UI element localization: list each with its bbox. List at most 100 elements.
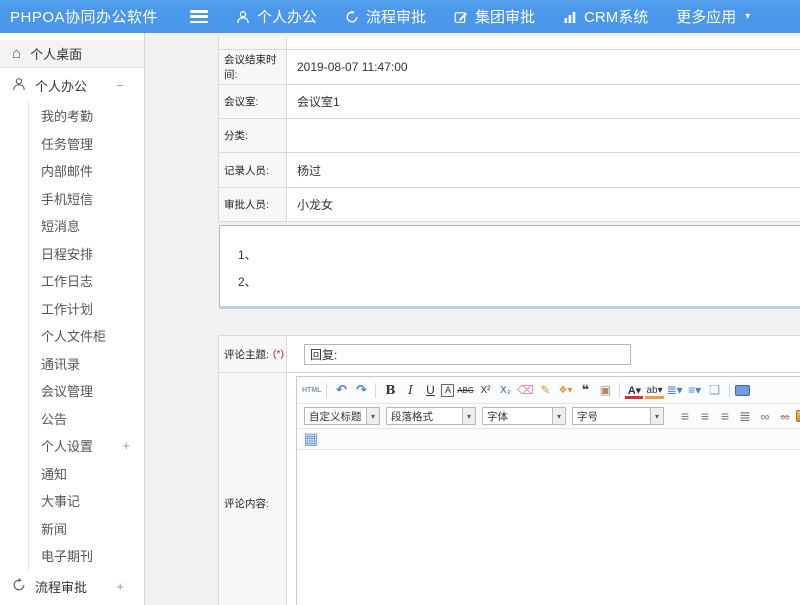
align-right-icon[interactable]: ≡ — [716, 408, 734, 425]
field-value: 2019-08-07 11:47:00 — [287, 50, 800, 84]
sidebar-item[interactable]: 个人文件柜 — [29, 322, 144, 350]
nav-workflow-approval[interactable]: 流程审批 — [345, 6, 426, 27]
separator[interactable] — [729, 383, 730, 398]
image-icon[interactable] — [796, 410, 800, 422]
nav-more-apps[interactable]: 更多应用 ▾ — [676, 6, 750, 27]
link-icon[interactable]: ∞ — [756, 408, 774, 425]
sidebar-item[interactable]: 通讯录 — [29, 350, 144, 378]
comment-form-table: 评论主题: (*) 评论内容: HTML ↶ — [218, 335, 800, 605]
separator[interactable] — [375, 383, 376, 398]
person-icon — [12, 77, 26, 94]
sidebar-item[interactable]: 公告 — [29, 405, 144, 433]
sidebar-item[interactable]: 内部邮件 — [29, 157, 144, 185]
meeting-minutes-box: 1、 2、 — [219, 225, 800, 309]
font-color-icon[interactable]: A▾ — [625, 382, 643, 399]
meeting-detail-table: 会议结束时间: 2019-08-07 11:47:00 会议室: 会议室1 分类… — [218, 37, 800, 222]
undo-icon[interactable]: ↶ — [332, 382, 350, 399]
main-content: 会议结束时间: 2019-08-07 11:47:00 会议室: 会议室1 分类… — [145, 33, 800, 605]
custom-style-icon[interactable]: ❖▾ — [556, 382, 574, 399]
flow-approval-icon — [345, 10, 359, 24]
field-label: 记录人员: — [219, 153, 287, 187]
caret-down-icon[interactable]: ▾ — [462, 408, 475, 424]
sidebar-item-desktop[interactable]: ⌂ 个人桌面 — [0, 40, 144, 68]
redo-icon[interactable]: ↷ — [352, 382, 370, 399]
caret-down-icon[interactable]: ▾ — [366, 408, 379, 424]
align-left-icon[interactable]: ≡ — [676, 408, 694, 425]
unlink-icon[interactable]: ∞ — [776, 408, 794, 425]
bold-icon[interactable]: B — [381, 382, 399, 399]
sidebar-item[interactable]: 新闻 — [29, 515, 144, 543]
align-center-icon[interactable]: ≡ — [696, 408, 714, 425]
strikethrough-icon[interactable]: ABC — [456, 382, 474, 399]
paste-icon[interactable]: ▣ — [596, 382, 614, 399]
char-border-icon[interactable]: A — [441, 384, 454, 397]
expand-toggle[interactable]: + — [122, 438, 130, 453]
table-row — [219, 37, 800, 50]
sidebar-item[interactable]: 工作计划 — [29, 295, 144, 323]
sidebar-item[interactable]: 会议管理 — [29, 377, 144, 405]
person-icon — [236, 10, 250, 24]
justify-icon[interactable]: ≣ — [736, 408, 754, 425]
sidebar-item[interactable]: 手机短信 — [29, 185, 144, 213]
sidebar-item[interactable]: 任务管理 — [29, 130, 144, 158]
sidebar-item[interactable]: 短消息 — [29, 212, 144, 240]
menu-toggle-icon[interactable] — [190, 10, 208, 23]
highlight-color-icon[interactable]: ab▾ — [645, 382, 663, 399]
collapse-toggle[interactable]: − — [116, 78, 124, 93]
sidebar: ⌂ 个人桌面 个人办公 − 我的考勤 任务管理 内部邮件 — [0, 33, 145, 605]
source-code-icon[interactable]: HTML — [302, 382, 321, 399]
field-value — [287, 119, 800, 152]
insert-table-icon[interactable]: ▦ — [302, 431, 320, 448]
nav-crm-system[interactable]: CRM系统 — [563, 6, 648, 27]
sidebar-submenu: 我的考勤 任务管理 内部邮件 手机短信 短消息 — [28, 102, 144, 570]
comment-subject-input[interactable] — [304, 344, 631, 365]
eraser-icon[interactable]: ⌫ — [516, 382, 534, 399]
new-page-icon[interactable]: ❏ — [706, 382, 724, 399]
sidebar-item[interactable]: 个人设置 + — [29, 432, 144, 460]
blockquote-icon[interactable]: ❝ — [576, 382, 594, 399]
unordered-list-icon[interactable]: ≡▾ — [686, 382, 704, 399]
sidebar-item[interactable]: 电子期刊 — [29, 542, 144, 570]
expand-toggle[interactable]: + — [116, 579, 124, 594]
rich-text-editor: HTML ↶ ↷ B I — [296, 376, 800, 605]
separator[interactable] — [619, 383, 620, 398]
sidebar-item[interactable]: 通知 — [29, 460, 144, 488]
fullscreen-icon[interactable] — [735, 385, 750, 396]
minutes-line: 2、 — [220, 269, 800, 296]
field-label: 会议室: — [219, 85, 287, 118]
subscript-icon[interactable]: X₂ — [496, 382, 514, 399]
sidebar-item[interactable]: 日程安排 — [29, 240, 144, 268]
sidebar-group-personal-office[interactable]: 个人办公 − — [0, 68, 144, 102]
nav-group-approval[interactable]: 集团审批 — [454, 6, 535, 27]
top-bar: PHPOA协同办公软件 个人办公 流程审批 集团审批 CRM系统 — [0, 0, 800, 33]
editor-select[interactable]: 自定义标题 ▾ — [304, 407, 380, 425]
sidebar-item[interactable]: 工作日志 — [29, 267, 144, 295]
caret-down-icon[interactable]: ▾ — [650, 408, 663, 424]
underline-icon[interactable]: U — [421, 382, 439, 399]
ordered-list-icon[interactable]: ≣▾ — [666, 382, 684, 399]
editor-content-area[interactable] — [297, 450, 800, 605]
format-painter-icon[interactable]: ✎ — [536, 382, 554, 399]
sidebar-item[interactable]: 大事记 — [29, 487, 144, 515]
required-mark: (*) — [273, 348, 284, 360]
field-value: 杨过 — [287, 153, 800, 187]
separator[interactable] — [326, 383, 327, 398]
app-logo: PHPOA协同办公软件 — [0, 6, 190, 27]
editor-select[interactable]: 字号 ▾ — [572, 407, 664, 425]
caret-down-icon: ▾ — [745, 11, 750, 22]
table-row: 分类: — [219, 119, 800, 153]
caret-down-icon[interactable]: ▾ — [552, 408, 565, 424]
bar-chart-icon — [563, 10, 577, 24]
nav-personal-office[interactable]: 个人办公 — [236, 6, 317, 27]
sidebar-group-workflow-approval[interactable]: 流程审批 + — [0, 570, 144, 604]
field-value: 小龙女 — [287, 188, 800, 221]
table-row: 会议室: 会议室1 — [219, 85, 800, 119]
editor-select[interactable]: 段落格式 ▾ — [386, 407, 476, 425]
editor-select[interactable]: 字体 ▾ — [482, 407, 566, 425]
superscript-icon[interactable]: X² — [476, 382, 494, 399]
minutes-line: 1、 — [220, 242, 800, 269]
editor-toolbar-row2: 自定义标题 ▾ 段落格式 ▾ 字体 — [297, 404, 800, 429]
italic-icon[interactable]: I — [401, 382, 419, 399]
sidebar-item[interactable]: 我的考勤 — [29, 102, 144, 130]
field-value — [287, 37, 800, 49]
